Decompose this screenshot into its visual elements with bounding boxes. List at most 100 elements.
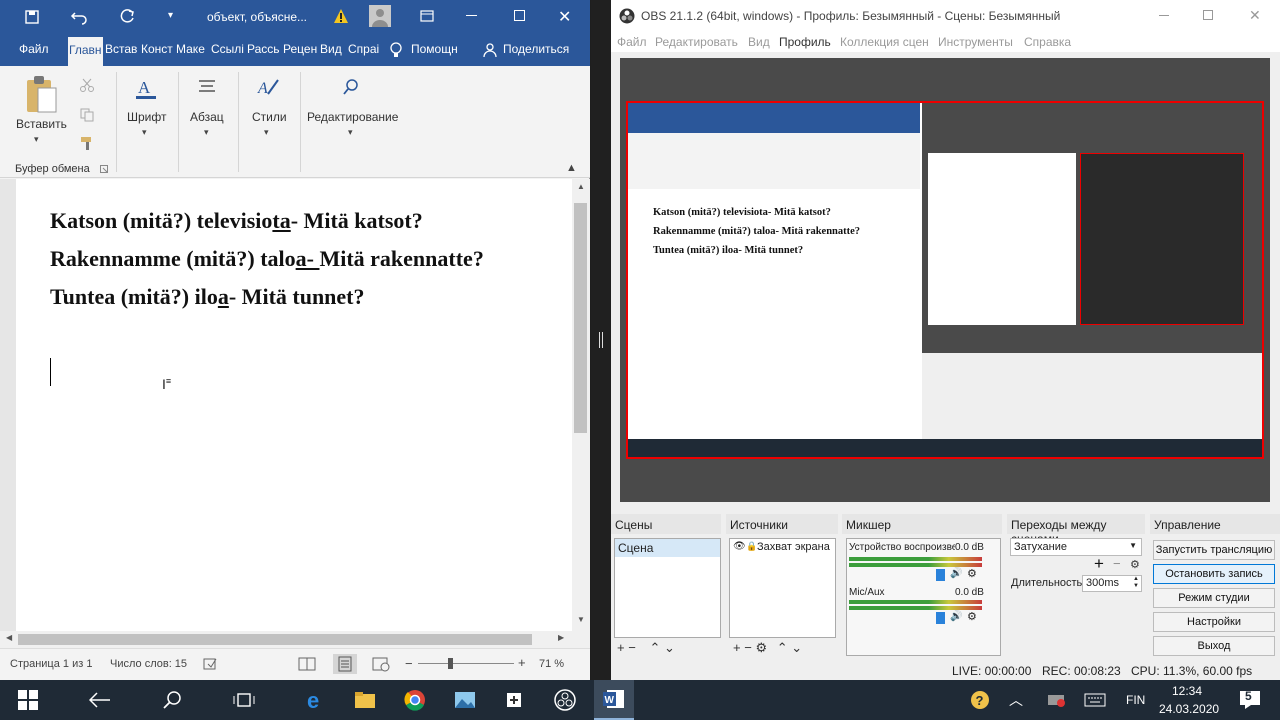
collapse-ribbon-icon[interactable]: ▲ (566, 162, 577, 174)
tab-layout[interactable]: Маке (176, 42, 205, 56)
sources-list[interactable]: 👁 🔒 Захват экрана (729, 538, 836, 638)
task-view-icon[interactable] (224, 680, 264, 720)
help-icon[interactable]: ? (960, 680, 1000, 720)
format-painter-icon[interactable] (80, 136, 94, 150)
source-properties-gear-icon[interactable]: ⚙ (755, 640, 767, 655)
channel-1-volume-slider[interactable] (936, 569, 945, 581)
zoom-level[interactable]: 71 % (539, 658, 564, 670)
window-splitter[interactable] (591, 0, 611, 680)
chrome-browser-icon[interactable] (395, 680, 435, 720)
share-icon[interactable] (483, 43, 497, 57)
duration-spinbox[interactable]: 300ms ▲ ▼ (1082, 575, 1142, 592)
scene-item[interactable]: Сцена (615, 539, 720, 557)
menu-tools[interactable]: Инструменты (938, 35, 1013, 49)
clock-time[interactable]: 12:34 (1172, 684, 1202, 698)
word-count[interactable]: Число слов: 15 (110, 658, 187, 670)
styles-dropdown-icon[interactable]: ▾ (264, 127, 269, 138)
remove-source-icon[interactable]: − (744, 640, 752, 655)
maximize-icon[interactable] (514, 10, 525, 21)
undo-icon[interactable] (70, 9, 88, 25)
zoom-slider-thumb[interactable] (448, 658, 453, 669)
paragraph-group-button[interactable]: Абзац (190, 110, 224, 124)
paste-dropdown-icon[interactable]: ▾ (34, 134, 39, 145)
channel-2-mute-icon[interactable]: 🔊 (950, 611, 962, 622)
move-scene-up-icon[interactable]: ⌃ (649, 640, 660, 655)
show-hidden-icons-chevron-icon[interactable]: ︿ (996, 680, 1036, 720)
input-language[interactable]: FIN (1126, 693, 1145, 707)
action-center-icon[interactable]: 5 (1230, 680, 1270, 720)
tab-insert[interactable]: Встав (105, 42, 137, 56)
horizontal-scrollbar[interactable]: ◀ ▶ (0, 631, 590, 648)
user-avatar-icon[interactable] (369, 5, 391, 27)
cut-icon[interactable] (80, 78, 94, 92)
ribbon-display-options-icon[interactable] (420, 10, 434, 22)
add-transition-icon[interactable]: + (1094, 554, 1104, 574)
move-source-up-icon[interactable]: ⌃ (777, 640, 788, 655)
search-icon[interactable] (152, 680, 192, 720)
editing-group-button[interactable]: Редактирование (307, 110, 398, 124)
obs-minimize-icon[interactable] (1159, 15, 1169, 16)
clock-date[interactable]: 24.03.2020 (1159, 702, 1219, 716)
customize-qat-icon[interactable]: ▾ (168, 10, 173, 21)
zoom-in-icon[interactable]: + (518, 655, 526, 670)
menu-scene-collection[interactable]: Коллекция сцен (840, 35, 929, 49)
spin-arrows-icon[interactable]: ▲ ▼ (1133, 576, 1139, 590)
scroll-down-icon[interactable]: ▼ (577, 615, 585, 624)
paste-button[interactable]: Вставить (16, 117, 67, 131)
tab-help[interactable]: Спраі (348, 42, 379, 56)
lock-icon[interactable]: 🔒 (746, 541, 757, 552)
styles-icon[interactable]: A (256, 76, 280, 100)
copy-icon[interactable] (80, 108, 94, 122)
web-layout-icon[interactable] (372, 656, 390, 672)
tab-view[interactable]: Вид (320, 42, 342, 56)
splitter-handle-icon[interactable] (599, 332, 603, 348)
move-scene-down-icon[interactable]: ⌄ (664, 640, 675, 655)
channel-1-settings-gear-icon[interactable]: ⚙ (967, 567, 977, 580)
start-streaming-button[interactable]: Запустить трансляцию (1153, 540, 1275, 560)
start-button-icon[interactable] (8, 680, 48, 720)
keyboard-icon[interactable] (1075, 680, 1115, 720)
scroll-up-icon[interactable]: ▲ (577, 182, 585, 191)
zoom-out-icon[interactable]: − (405, 656, 413, 671)
source-item[interactable]: 👁 🔒 Захват экрана (730, 539, 835, 557)
share-button[interactable]: Поделиться (503, 42, 569, 56)
scroll-left-icon[interactable]: ◀ (6, 633, 12, 642)
tab-references[interactable]: Ссылі (211, 42, 244, 56)
add-scene-icon[interactable]: + (617, 640, 625, 655)
styles-group-button[interactable]: Стили (252, 110, 287, 124)
menu-edit[interactable]: Редактировать (655, 35, 738, 49)
obs-taskbar-icon[interactable] (545, 680, 585, 720)
back-arrow-icon[interactable] (80, 680, 120, 720)
font-dropdown-icon[interactable]: ▾ (142, 127, 147, 138)
vertical-scrollbar[interactable]: ▲ ▼ (572, 179, 590, 631)
zoom-slider[interactable] (418, 663, 514, 664)
photos-app-icon[interactable] (445, 680, 485, 720)
add-source-icon[interactable]: + (733, 640, 741, 655)
menu-view[interactable]: Вид (748, 35, 770, 49)
obs-close-icon[interactable]: ✕ (1249, 7, 1261, 24)
menu-file[interactable]: Файл (617, 35, 647, 49)
channel-2-volume-slider[interactable] (936, 612, 945, 624)
obs-maximize-icon[interactable] (1203, 10, 1213, 20)
paste-icon[interactable] (24, 74, 58, 114)
read-mode-icon[interactable] (298, 656, 316, 672)
tell-me-box[interactable]: Помощн (411, 42, 458, 56)
channel-1-mute-icon[interactable]: 🔊 (950, 568, 962, 579)
hscroll-thumb[interactable] (18, 634, 532, 645)
redo-icon[interactable] (118, 8, 136, 26)
tab-mailings[interactable]: Рассь (247, 42, 280, 56)
studio-mode-button[interactable]: Режим студии (1153, 588, 1275, 608)
save-icon[interactable] (24, 9, 40, 25)
dialog-launcher-icon[interactable] (100, 165, 108, 173)
paragraph-dropdown-icon[interactable]: ▾ (204, 127, 209, 138)
minimize-icon[interactable] (466, 15, 477, 16)
menu-profile[interactable]: Профиль (779, 35, 831, 49)
font-icon[interactable]: A (134, 76, 158, 100)
search-icon[interactable] (342, 78, 360, 96)
font-group-button[interactable]: Шрифт (127, 110, 166, 124)
page-count[interactable]: Страница 1 из 1 (10, 658, 92, 670)
tab-design[interactable]: Конст (141, 42, 173, 56)
remove-transition-icon[interactable]: − (1113, 556, 1121, 571)
word-taskbar-icon[interactable]: W (594, 680, 634, 720)
transition-select[interactable]: Затухание ▼ (1010, 538, 1142, 556)
